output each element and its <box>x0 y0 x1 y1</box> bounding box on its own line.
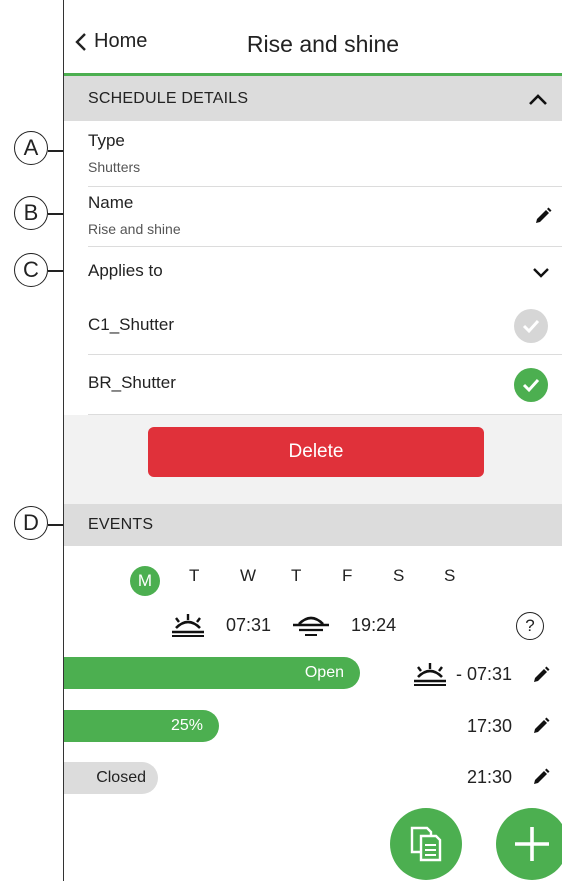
pencil-icon[interactable] <box>534 207 552 225</box>
sunset-icon <box>293 616 330 636</box>
events-label: EVENTS <box>88 516 154 533</box>
name-row[interactable]: Name Rise and shine <box>88 187 562 247</box>
day-thursday[interactable]: T <box>291 566 342 596</box>
event-time[interactable]: 17:30 <box>467 716 512 737</box>
copy-button[interactable] <box>390 808 462 880</box>
event-level-bar[interactable]: 25% <box>64 710 219 742</box>
event-state-label: 25% <box>170 717 203 734</box>
device-name: C1_Shutter <box>88 315 174 334</box>
callout-c: C <box>14 253 48 287</box>
type-value: Shutters <box>88 159 141 175</box>
delete-band: Delete <box>64 427 562 507</box>
day-saturday[interactable]: S <box>393 566 444 596</box>
sunrise-icon <box>172 614 204 637</box>
event-level-bar[interactable]: Open <box>64 657 360 689</box>
sun-times: 07:31 19:24 <box>168 612 396 638</box>
type-row: Type Shutters <box>88 121 562 187</box>
pencil-icon[interactable] <box>532 717 550 735</box>
schedule-details-label: SCHEDULE DETAILS <box>88 89 249 107</box>
checked-icon[interactable] <box>514 368 548 402</box>
day-selector: M T W T F S S <box>130 566 495 596</box>
copy-icon <box>410 826 442 862</box>
day-sunday[interactable]: S <box>444 566 495 596</box>
callout-d: D <box>14 506 48 540</box>
day-friday[interactable]: F <box>342 566 393 596</box>
device-row-c1[interactable]: C1_Shutter <box>88 297 562 355</box>
event-state-label: Closed <box>96 769 146 786</box>
day-monday[interactable]: M <box>130 566 189 596</box>
events-header: EVENTS <box>64 504 562 546</box>
callout-a: A <box>14 131 48 165</box>
add-button[interactable] <box>496 808 562 880</box>
event-time[interactable]: - 07:31 <box>410 661 512 687</box>
applies-to-label: Applies to <box>88 261 163 280</box>
device-row-br[interactable]: BR_Shutter <box>88 355 562 415</box>
chevron-down-icon <box>533 268 549 278</box>
day-wednesday[interactable]: W <box>240 566 291 596</box>
device-name: BR_Shutter <box>88 373 176 392</box>
event-state-label: Open <box>304 664 344 681</box>
chevron-up-icon <box>529 93 547 105</box>
sunrise-time: 07:31 <box>226 614 272 635</box>
name-label: Name <box>88 193 134 212</box>
plus-icon <box>515 827 549 861</box>
callout-b: B <box>14 196 48 230</box>
sunrise-icon <box>413 663 446 686</box>
type-label: Type <box>88 131 125 150</box>
delete-button[interactable]: Delete <box>148 427 484 477</box>
page-title: Rise and shine <box>246 31 400 57</box>
name-value: Rise and shine <box>88 221 181 237</box>
events-list: Open - 07:31 25% 17:30 Closed 21:30 <box>64 650 562 800</box>
help-icon[interactable]: ? <box>516 612 544 640</box>
event-level-bar[interactable]: Closed <box>64 762 158 794</box>
sunset-time: 19:24 <box>351 614 397 635</box>
applies-to-row[interactable]: Applies to <box>88 247 562 297</box>
pencil-icon[interactable] <box>532 768 550 786</box>
event-time-text: - 07:31 <box>455 663 512 684</box>
unchecked-icon[interactable] <box>514 309 548 343</box>
pencil-icon[interactable] <box>532 666 550 684</box>
schedule-details-header[interactable]: SCHEDULE DETAILS <box>64 76 562 121</box>
day-tuesday[interactable]: T <box>189 566 240 596</box>
event-time-text: 17:30 <box>466 716 512 736</box>
header: Home Rise and shine <box>64 0 562 76</box>
event-time-text: 21:30 <box>466 767 512 787</box>
event-time[interactable]: 21:30 <box>467 767 512 788</box>
